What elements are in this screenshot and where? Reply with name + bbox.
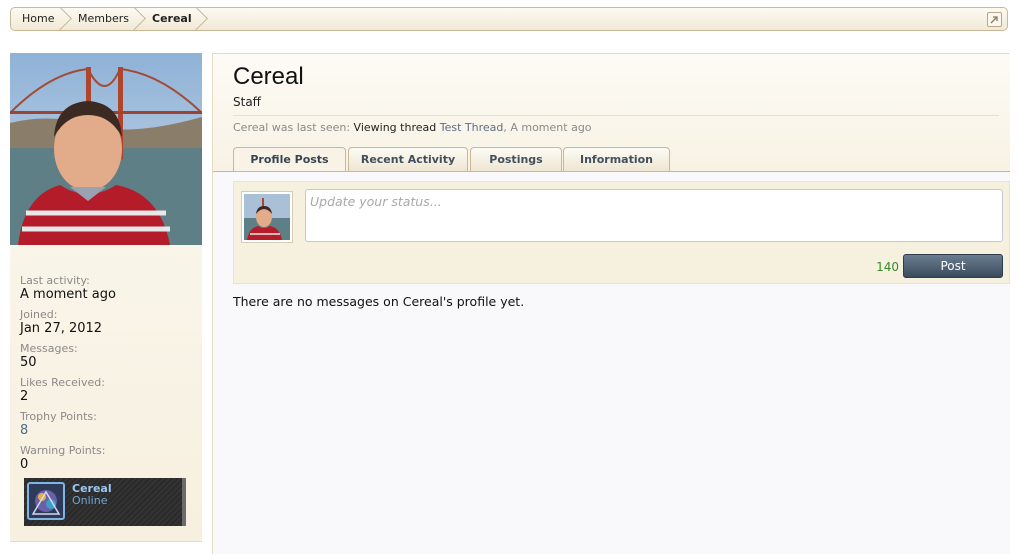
online-avatar (27, 482, 65, 520)
last-seen-time: A moment ago (510, 121, 592, 134)
last-seen-prefix: Cereal was last seen: (233, 121, 351, 134)
stat-value-likes: 2 (20, 389, 29, 404)
last-seen-action: Viewing thread (353, 121, 437, 134)
jump-to-top-icon[interactable] (987, 12, 1002, 27)
stat-label: Joined: (20, 308, 58, 321)
tab-recent-activity[interactable]: Recent Activity (348, 147, 468, 171)
page-title: Cereal (233, 63, 304, 90)
status-input[interactable] (305, 189, 1003, 242)
stat-value-warning-points: 0 (20, 457, 29, 472)
stat-label: Warning Points: (20, 444, 106, 457)
tab-profile-posts[interactable]: Profile Posts (233, 147, 346, 172)
avatar[interactable] (10, 53, 202, 245)
tab-divider (213, 171, 1010, 172)
stat-label: Messages: (20, 342, 78, 355)
last-seen: Cereal was last seen: Viewing thread Tes… (233, 115, 999, 134)
breadcrumb-members-link[interactable]: Members (78, 8, 129, 30)
stat-label: Trophy Points: (20, 410, 97, 423)
status-update-box: 140 Post (233, 181, 1010, 284)
character-counter: 140 (876, 260, 899, 274)
tab-postings[interactable]: Postings (470, 147, 562, 171)
stat-value-messages: 50 (20, 355, 37, 370)
profile-header: Cereal Staff Cereal was last seen: Viewi… (213, 54, 1010, 172)
breadcrumb-separator (133, 7, 147, 31)
online-status-card[interactable]: Cereal Online (24, 478, 186, 526)
avatar[interactable] (241, 191, 293, 243)
tab-information[interactable]: Information (563, 147, 670, 171)
profile-sidebar: Last activity: A moment ago Joined: Jan … (10, 53, 202, 542)
breadcrumb-separator (59, 7, 73, 31)
post-button[interactable]: Post (903, 254, 1003, 278)
online-status-text: Online (72, 494, 108, 507)
last-seen-thread-link[interactable]: Test Thread (440, 121, 504, 134)
stat-value-last-activity: A moment ago (20, 287, 116, 302)
profile-main: Cereal Staff Cereal was last seen: Viewi… (212, 53, 1010, 554)
stat-label: Last activity: (20, 274, 90, 287)
breadcrumb: Home Members Cereal (10, 7, 1008, 31)
breadcrumb-home-link[interactable]: Home (22, 8, 54, 30)
profile-stats: Last activity: A moment ago Joined: Jan … (20, 274, 192, 478)
empty-profile-message: There are no messages on Cereal's profil… (233, 294, 525, 309)
stat-label: Likes Received: (20, 376, 105, 389)
stat-value-joined: Jan 27, 2012 (20, 321, 103, 336)
breadcrumb-current[interactable]: Cereal (152, 8, 192, 30)
breadcrumb-separator (195, 7, 209, 31)
user-title: Staff (233, 95, 261, 109)
stat-value-trophy-points-link[interactable]: 8 (20, 423, 192, 439)
